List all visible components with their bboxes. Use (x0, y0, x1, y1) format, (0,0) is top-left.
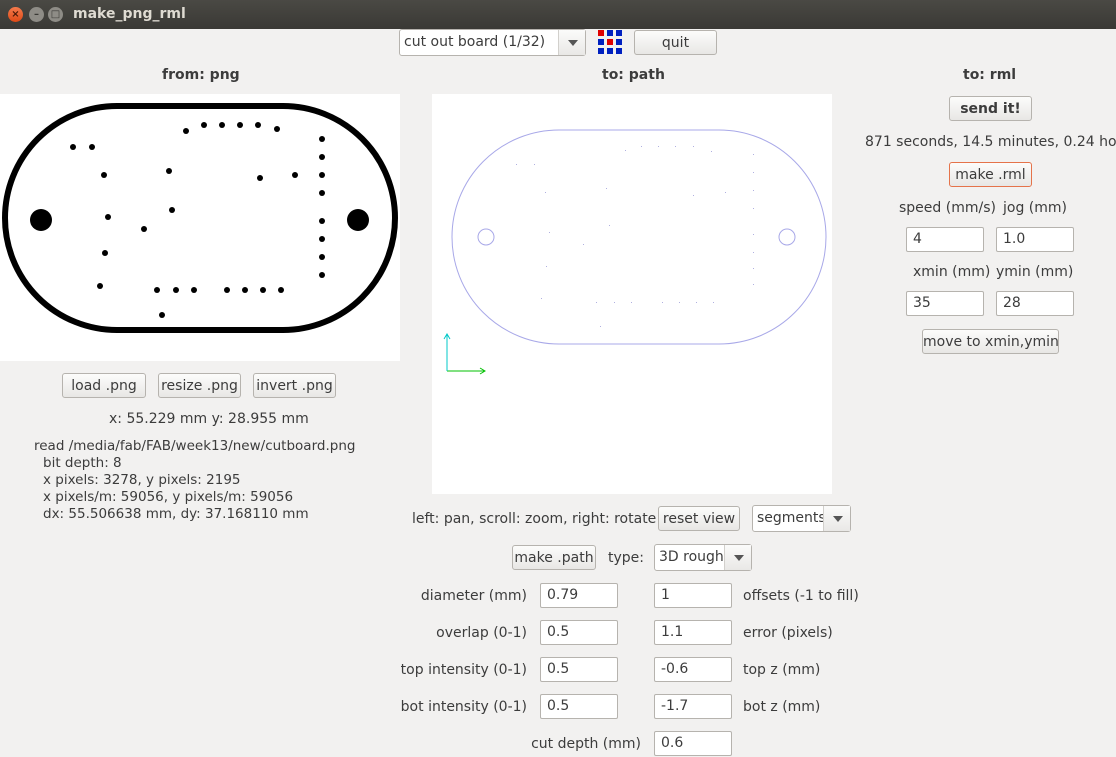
bot-intensity-label: bot intensity (0-1) (400, 699, 527, 715)
path-type-select[interactable]: 3D rough (654, 544, 752, 571)
toolpath-drawing (443, 129, 827, 375)
offsets-field[interactable]: 1 (654, 583, 732, 608)
error-field[interactable]: 1.1 (654, 620, 732, 645)
from-png-header: from: png (162, 67, 240, 83)
move-to-origin-button[interactable]: move to xmin,ymin (922, 329, 1059, 354)
error-label: error (pixels) (743, 625, 833, 641)
view-mode-value: segments (757, 510, 826, 526)
load-png-button[interactable]: load .png (62, 373, 146, 398)
close-icon: × (11, 9, 20, 20)
make-path-button[interactable]: make .path (512, 545, 596, 570)
view-hint: left: pan, scroll: zoom, right: rotate (412, 511, 657, 527)
overlap-label: overlap (0-1) (436, 625, 527, 641)
title-bar: × – □ make_png_rml (0, 0, 1116, 29)
type-label: type: (608, 550, 644, 566)
minimize-icon: – (34, 9, 39, 20)
top-intensity-label: top intensity (0-1) (400, 662, 527, 678)
overlap-field[interactable]: 0.5 (540, 620, 618, 645)
mount-hole-right (347, 209, 369, 231)
info-read: read /media/fab/FAB/week13/new/cutboard.… (34, 438, 356, 454)
process-select[interactable]: cut out board (1/32) (399, 29, 586, 56)
time-estimate: 871 seconds, 14.5 minutes, 0.24 hours (865, 134, 1116, 150)
path-type-value: 3D rough (659, 549, 724, 565)
window-minimize-button[interactable]: – (29, 7, 44, 22)
maximize-icon: □ (50, 9, 61, 20)
bot-intensity-field[interactable]: 0.5 (540, 694, 618, 719)
cut-depth-label: cut depth (mm) (531, 736, 641, 752)
ymin-label: ymin (mm) (996, 264, 1074, 280)
resize-png-button[interactable]: resize .png (158, 373, 241, 398)
cut-depth-field[interactable]: 0.6 (654, 731, 732, 756)
jog-field[interactable]: 1.0 (996, 227, 1074, 252)
toolpath-dots (516, 146, 754, 327)
info-pixels-per-m: x pixels/m: 59056, y pixels/m: 59056 (43, 489, 294, 505)
top-intensity-field[interactable]: 0.5 (540, 657, 618, 682)
top-z-field[interactable]: -0.6 (654, 657, 732, 682)
window-maximize-button[interactable]: □ (48, 7, 63, 22)
grid-logo-icon (598, 30, 622, 54)
xmin-label: xmin (mm) (913, 264, 991, 280)
to-rml-header: to: rml (963, 67, 1017, 83)
xmin-field[interactable]: 35 (906, 291, 984, 316)
bot-z-label: bot z (mm) (743, 699, 821, 715)
mount-hole-left (30, 209, 52, 231)
axes-indicator (443, 333, 486, 375)
chevron-down-icon (823, 506, 850, 531)
diameter-label: diameter (mm) (420, 588, 527, 604)
info-bit-depth: bit depth: 8 (43, 455, 122, 471)
make-rml-button[interactable]: make .rml (949, 162, 1032, 187)
toolpath-hole-left (477, 228, 495, 246)
diameter-field[interactable]: 0.79 (540, 583, 618, 608)
board-outline (2, 103, 398, 333)
png-info: read /media/fab/FAB/week13/new/cutboard.… (34, 438, 355, 523)
info-pixels: x pixels: 3278, y pixels: 2195 (43, 472, 241, 488)
png-preview[interactable] (0, 94, 400, 361)
offsets-label: offsets (-1 to fill) (743, 588, 859, 604)
chevron-down-icon (724, 545, 751, 570)
invert-png-button[interactable]: invert .png (253, 373, 336, 398)
bot-z-field[interactable]: -1.7 (654, 694, 732, 719)
process-select-value: cut out board (1/32) (404, 34, 546, 50)
board-image (2, 103, 398, 333)
quit-button[interactable]: quit (634, 30, 717, 55)
window-close-button[interactable]: × (8, 7, 23, 22)
to-path-header: to: path (602, 67, 665, 83)
path-view[interactable] (432, 94, 832, 494)
pin-holes (70, 122, 325, 318)
toolpath-outline (451, 129, 827, 345)
cursor-coordinates: x: 55.229 mm y: 28.955 mm (109, 411, 309, 427)
toolpath-hole-right (778, 228, 796, 246)
speed-field[interactable]: 4 (906, 227, 984, 252)
top-z-label: top z (mm) (743, 662, 821, 678)
chevron-down-icon (558, 30, 585, 55)
info-dx-dy: dx: 55.506638 mm, dy: 37.168110 mm (43, 506, 309, 522)
send-it-button[interactable]: send it! (949, 96, 1032, 121)
window-title: make_png_rml (73, 6, 186, 22)
speed-label: speed (mm/s) (899, 200, 996, 216)
view-mode-select[interactable]: segments (752, 505, 851, 532)
ymin-field[interactable]: 28 (996, 291, 1074, 316)
reset-view-button[interactable]: reset view (658, 506, 740, 531)
jog-label: jog (mm) (1003, 200, 1067, 216)
